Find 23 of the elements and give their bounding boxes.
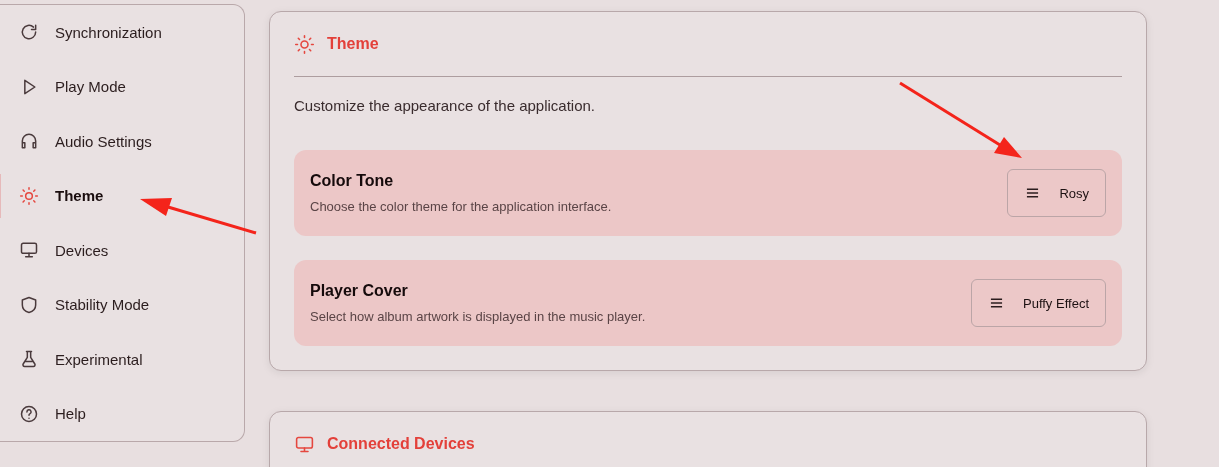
- setting-description: Choose the color theme for the application interface.: [310, 199, 612, 214]
- menu-icon: [1026, 188, 1040, 198]
- sun-icon: [19, 185, 39, 206]
- select-button[interactable]: Puffy Effect: [971, 279, 1106, 327]
- sidebar-item[interactable]: Synchronization: [0, 10, 244, 55]
- section-description: Customize the appearance of the application.: [294, 97, 597, 114]
- select-button[interactable]: Rosy: [1007, 169, 1106, 217]
- section-title: Connected Devices: [327, 435, 475, 453]
- help-icon: [19, 403, 39, 424]
- sidebar-item[interactable]: Help: [0, 391, 244, 436]
- sidebar-item[interactable]: Stability Mode: [0, 282, 244, 327]
- setting-description: Select how album artwork is displayed in the music player.: [310, 309, 646, 324]
- shield-icon: [19, 294, 39, 315]
- sidebar-item[interactable]: Play Mode: [0, 64, 244, 109]
- sidebar-item[interactable]: Devices: [0, 228, 244, 273]
- menu-icon: [990, 298, 1003, 308]
- flask-icon: [19, 349, 39, 370]
- sun-icon: [294, 33, 315, 55]
- setting-title: Color Tone: [310, 172, 395, 190]
- sidebar-item[interactable]: Audio Settings: [0, 119, 244, 164]
- setting-title: Player Cover: [310, 282, 409, 300]
- sidebar-item[interactable]: Experimental: [0, 337, 244, 382]
- section-title: Theme: [327, 35, 379, 53]
